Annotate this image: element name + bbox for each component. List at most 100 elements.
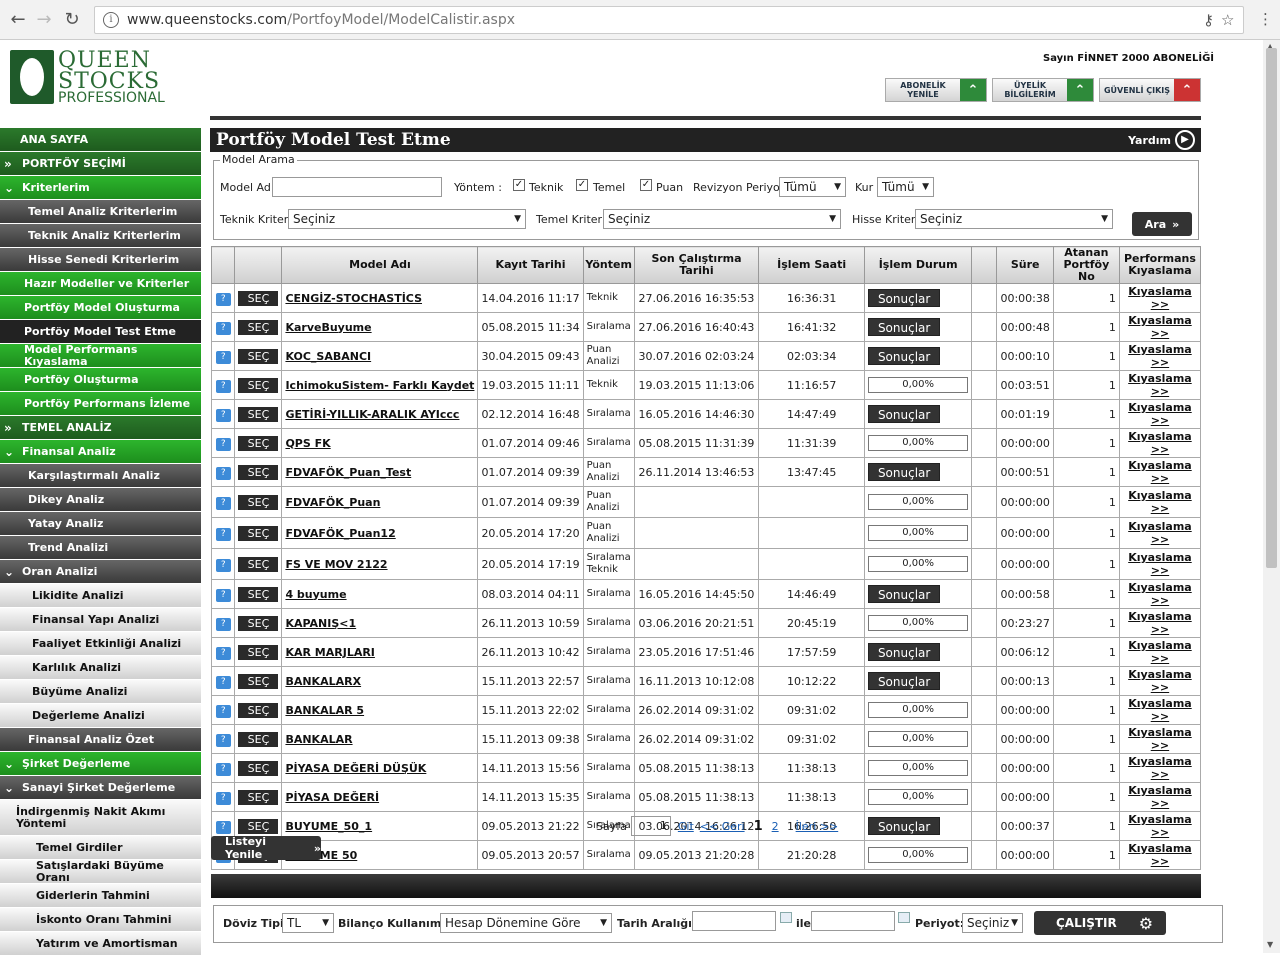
technical-criteria-select[interactable]: Seçiniz	[288, 209, 526, 229]
results-button[interactable]: Sonuçlar	[868, 817, 941, 835]
temel-checkbox[interactable]: ✓	[576, 179, 588, 191]
compare-link[interactable]: Kıyaslama >>	[1128, 489, 1192, 515]
revision-period-select[interactable]: Tümü	[779, 177, 846, 197]
select-button[interactable]: SEÇ	[238, 525, 279, 541]
compare-link[interactable]: Kıyaslama >>	[1128, 343, 1192, 369]
sidebar-item[interactable]: İskonto Oranı Tahmini	[0, 908, 201, 932]
currency-type-select[interactable]: TL	[282, 913, 334, 933]
compare-link[interactable]: Kıyaslama >>	[1128, 610, 1192, 636]
select-button[interactable]: SEÇ	[238, 556, 279, 572]
sidebar-item[interactable]: ⌄ Sanayi Şirket Değerleme	[0, 776, 201, 800]
sidebar-item[interactable]: Trend Analizi	[0, 536, 201, 560]
help-button[interactable]: Yardım ▶	[1128, 130, 1195, 150]
sidebar-item[interactable]: » TEMEL ANALİZ	[0, 416, 201, 440]
sidebar-item[interactable]: Portföy Model Test Etme	[0, 320, 201, 344]
info-icon[interactable]: ?	[215, 321, 231, 335]
calendar-icon[interactable]	[780, 912, 792, 923]
select-button[interactable]: SEÇ	[238, 494, 279, 510]
model-link[interactable]: 4 buyume	[285, 588, 346, 601]
sidebar-item[interactable]: ⌄ Oran Analizi	[0, 560, 201, 584]
model-link[interactable]: KAPANIŞ<1	[285, 617, 356, 630]
results-button[interactable]: Sonuçlar	[868, 585, 941, 603]
sidebar-item[interactable]: Değerleme Analizi	[0, 704, 201, 728]
select-button[interactable]: SEÇ	[238, 319, 279, 335]
model-link[interactable]: FDVAFÖK_Puan	[285, 496, 380, 509]
compare-link[interactable]: Kıyaslama >>	[1128, 726, 1192, 752]
model-link[interactable]: PİYASA DEĞERİ DÜŞÜK	[285, 762, 426, 775]
next-link[interactable]: İleri >>	[796, 820, 839, 833]
model-link[interactable]: KAR MARJLARI	[285, 646, 374, 659]
results-button[interactable]: Sonuçlar	[868, 643, 941, 661]
sidebar-item[interactable]: Karşılaştırmalı Analiz	[0, 464, 201, 488]
info-icon[interactable]: ?	[215, 675, 231, 689]
select-button[interactable]: SEÇ	[238, 348, 279, 364]
info-icon[interactable]: ?	[215, 292, 231, 306]
model-link[interactable]: GETİRİ-YILLIK-ARALIK AYIccc	[285, 408, 459, 421]
sidebar-item[interactable]: » PORTFÖY SEÇİMİ	[0, 152, 201, 176]
select-button[interactable]: SEÇ	[238, 702, 279, 718]
select-button[interactable]: SEÇ	[238, 464, 279, 480]
select-button[interactable]: SEÇ	[238, 644, 279, 660]
compare-link[interactable]: Kıyaslama >>	[1128, 459, 1192, 485]
period-select[interactable]: Seçiniz	[962, 913, 1023, 933]
model-link[interactable]: CENGİZ-STOCHASTİCS	[285, 292, 422, 305]
address-bar[interactable]: i www.queenstocks.com/PortfoyModel/Model…	[94, 6, 1244, 34]
sidebar-item[interactable]: Temel Analiz Kriterlerim	[0, 200, 201, 224]
renew-subscription-button[interactable]: ABONELİK YENİLE ⌃	[885, 78, 987, 102]
select-button[interactable]: SEÇ	[238, 377, 279, 393]
compare-link[interactable]: Kıyaslama >>	[1128, 430, 1192, 456]
teknik-checkbox[interactable]: ✓	[513, 179, 525, 191]
compare-link[interactable]: Kıyaslama >>	[1128, 668, 1192, 694]
sidebar-item[interactable]: Portföy Oluşturma	[0, 368, 201, 392]
compare-link[interactable]: Kıyaslama >>	[1128, 697, 1192, 723]
puan-checkbox[interactable]: ✓	[640, 179, 652, 191]
compare-link[interactable]: Kıyaslama >>	[1128, 314, 1192, 340]
model-link[interactable]: BANKALAR 5	[285, 704, 364, 717]
results-button[interactable]: Sonuçlar	[868, 463, 941, 481]
refresh-list-button[interactable]: Listeyi Yenile »	[211, 835, 321, 861]
info-icon[interactable]: ?	[215, 791, 231, 805]
sidebar-item[interactable]: Finansal Analiz Özet	[0, 728, 201, 752]
model-link[interactable]: FS VE MOV 2122	[285, 558, 387, 571]
compare-link[interactable]: Kıyaslama >>	[1128, 842, 1192, 868]
results-button[interactable]: Sonuçlar	[868, 318, 941, 336]
results-button[interactable]: Sonuçlar	[868, 672, 941, 690]
info-icon[interactable]: ?	[215, 437, 231, 451]
go-link[interactable]: Git	[678, 820, 694, 833]
select-button[interactable]: SEÇ	[238, 818, 279, 834]
results-button[interactable]: Sonuçlar	[868, 289, 941, 307]
search-button[interactable]: Ara »	[1132, 212, 1192, 236]
model-link[interactable]: KOC_SABANCI	[285, 350, 371, 363]
info-icon[interactable]: ?	[215, 820, 231, 834]
model-link[interactable]: BANKALAR	[285, 733, 352, 746]
sidebar-item[interactable]: Hisse Senedi Kriterlerim	[0, 248, 201, 272]
info-icon[interactable]: i	[103, 12, 119, 28]
info-icon[interactable]: ?	[215, 527, 231, 541]
currency-select[interactable]: Tümü	[877, 177, 934, 197]
info-icon[interactable]: ?	[215, 588, 231, 602]
sidebar-item[interactable]: Model Performans Kıyaslama	[0, 343, 201, 368]
scrollbar[interactable]: ▲ ▼	[1263, 40, 1280, 953]
model-link[interactable]: FDVAFÖK_Puan_Test	[285, 466, 411, 479]
info-icon[interactable]: ?	[215, 558, 231, 572]
sidebar-item[interactable]: Likidite Analizi	[0, 584, 201, 608]
select-button[interactable]: SEÇ	[238, 673, 279, 689]
model-link[interactable]: BUYUME_50_1	[285, 820, 372, 833]
sidebar-item[interactable]: Satışlardaki Büyüme Oranı	[0, 859, 201, 884]
balance-usage-select[interactable]: Hesap Dönemine Göre	[440, 913, 612, 933]
select-button[interactable]: SEÇ	[238, 760, 279, 776]
sidebar-item[interactable]: Yatırım ve Amortisman	[0, 932, 201, 956]
stock-criteria-select[interactable]: Seçiniz	[915, 209, 1113, 229]
fundamental-criteria-select[interactable]: Seçiniz	[603, 209, 841, 229]
prev-link[interactable]: << Geri	[700, 820, 745, 833]
sidebar-item[interactable]: ANA SAYFA	[0, 128, 201, 152]
sidebar-item[interactable]: İndirgenmiş Nakit Akımı Yöntemi	[0, 800, 201, 836]
menu-icon[interactable]: ⋮	[1258, 10, 1273, 28]
select-button[interactable]: SEÇ	[238, 586, 279, 602]
star-icon[interactable]: ☆	[1221, 11, 1234, 29]
info-icon[interactable]: ?	[215, 617, 231, 631]
compare-link[interactable]: Kıyaslama >>	[1128, 581, 1192, 607]
model-link[interactable]: KarveBuyume	[285, 321, 371, 334]
select-button[interactable]: SEÇ	[238, 406, 279, 422]
logo[interactable]: QUEEN STOCKS PROFESSIONAL	[10, 48, 170, 108]
